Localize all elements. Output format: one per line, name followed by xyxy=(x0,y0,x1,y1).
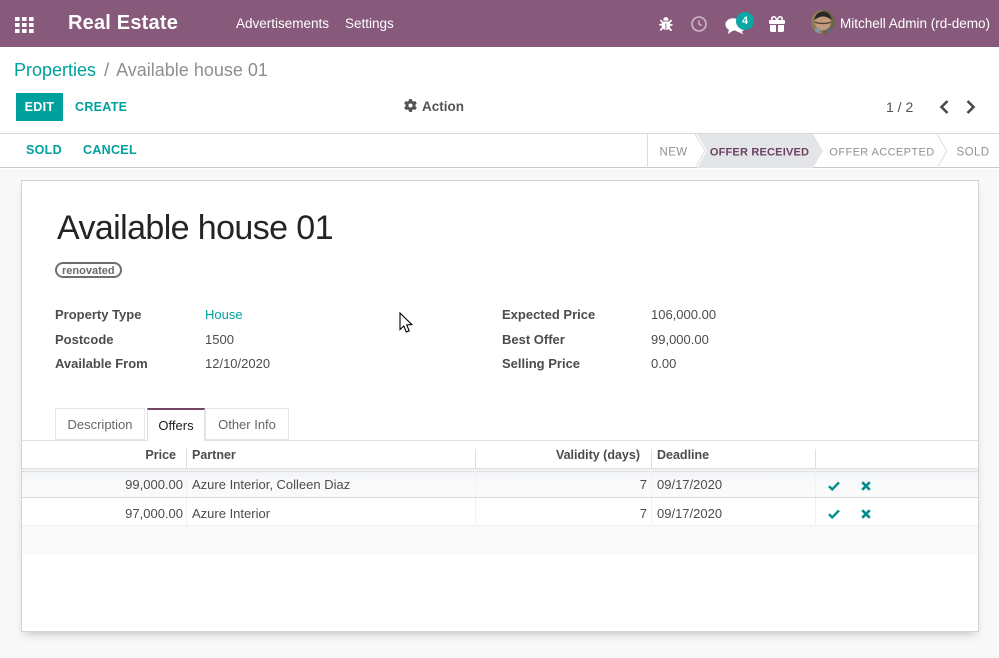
svg-text:NEW: NEW xyxy=(659,147,687,159)
svg-text:SOLD: SOLD xyxy=(957,147,990,159)
svg-text:OFFER RECEIVED: OFFER RECEIVED xyxy=(710,147,809,159)
svg-text:OFFER ACCEPTED: OFFER ACCEPTED xyxy=(829,147,934,159)
